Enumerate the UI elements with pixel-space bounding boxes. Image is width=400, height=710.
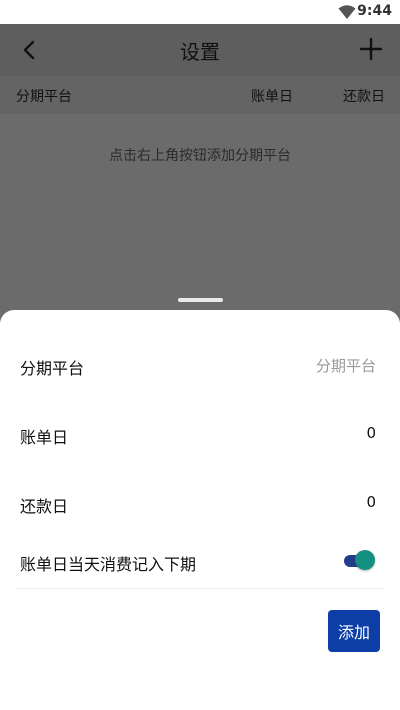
bottom-sheet: 分期平台 分期平台 账单日 0 还款日 0 账单日当天消费记入下期 添加 [0,310,400,710]
bill-day-label: 账单日 [20,428,69,447]
bill-day-row: 账单日 0 [20,419,376,449]
repay-day-input[interactable]: 0 [366,493,376,511]
status-time: 9:44 [357,3,392,19]
bill-day-input[interactable]: 0 [366,424,376,442]
repay-day-label: 还款日 [20,497,69,516]
column-header-bill-day: 账单日 [251,89,293,105]
platform-input[interactable]: 分期平台 [316,355,376,376]
next-period-row: 账单日当天消费记入下期 [20,546,376,576]
empty-state-hint: 点击右上角按钮添加分期平台 [109,148,291,164]
repay-day-row: 还款日 0 [20,488,376,518]
wifi-icon [338,5,356,19]
table-header: 分期平台 账单日 还款日 [0,76,400,114]
sheet-divider [16,588,384,589]
column-header-platform: 分期平台 [16,89,72,105]
platform-label: 分期平台 [20,359,85,378]
status-bar: 9:44 [0,0,400,24]
next-period-toggle[interactable] [344,550,376,572]
add-button[interactable]: 添加 [328,610,380,652]
next-period-label: 账单日当天消费记入下期 [20,555,197,574]
plus-icon[interactable] [358,36,384,62]
column-header-repay-day: 还款日 [343,89,385,105]
page-title: 设置 [180,40,220,64]
app-bar: 设置 [0,24,400,76]
toggle-thumb [355,550,375,570]
sheet-drag-handle[interactable] [178,298,223,302]
platform-row: 分期平台 分期平台 [20,350,376,380]
